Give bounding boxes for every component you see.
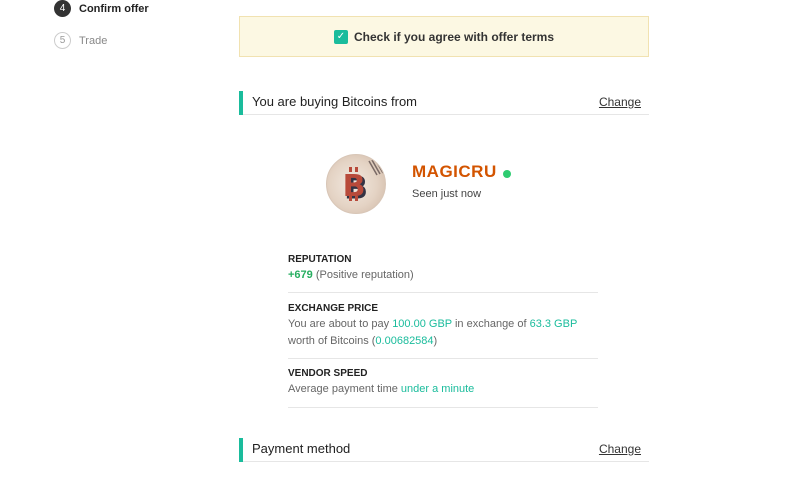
exchange-text-4: ) [433,335,438,347]
step-trade: 5 Trade [54,32,107,49]
online-status-dot [503,170,511,178]
speed-text: Average payment time [288,383,401,395]
pay-amount: 100.00 GBP [392,318,452,330]
change-vendor-link[interactable]: Change [599,95,641,109]
reputation-score: +679 [288,269,313,281]
speed-label: VENDOR SPEED [288,368,368,379]
section-title: Payment method [252,441,351,456]
exchange-text-1: You are about to pay [288,318,393,330]
agree-checkbox[interactable]: ✓ [333,29,348,44]
speed-value: under a minute [400,383,475,395]
reputation-block: REPUTATION +679 (Positive reputation) [288,254,598,284]
step-confirm-offer: 4 Confirm offer [54,0,149,17]
step-label: Trade [79,34,108,47]
exchange-text-2: in exchange of [451,318,530,330]
divider [288,292,598,293]
section-accent-bar [239,438,243,462]
exchange-price-block: EXCHANGE PRICE You are about to pay 100.… [288,303,598,350]
step-label: Confirm offer [79,2,149,15]
divider [288,407,598,408]
vendor-name-link[interactable]: MAGICRU [412,162,497,182]
svg-text:B: B [343,169,366,204]
vendor-avatar[interactable]: B B [326,154,386,214]
step-number: 5 [54,32,71,49]
section-title: You are buying Bitcoins from [252,94,418,109]
vendor-speed-block: VENDOR SPEED Average payment time under … [288,368,598,398]
vendor-section-header: You are buying Bitcoins from Change [239,91,649,115]
btc-amount: 0.00682584 [375,335,434,347]
reputation-desc: (Positive reputation) [315,269,414,281]
reputation-value: +679 (Positive reputation) [288,267,598,284]
speed-details: Average payment time under a minute [288,381,598,398]
divider [288,358,598,359]
bitcoin-logo-icon: B B [343,158,384,207]
receive-amount: 63.3 GBP [529,318,578,330]
payment-section-header: Payment method Change [239,438,649,462]
exchange-details: You are about to pay 100.00 GBP in excha… [288,316,598,350]
change-payment-link[interactable]: Change [599,442,641,456]
reputation-label: REPUTATION [288,254,352,265]
agree-terms-box[interactable]: ✓ Check if you agree with offer terms [239,16,649,57]
section-accent-bar [239,91,243,115]
exchange-label: EXCHANGE PRICE [288,303,379,314]
agree-label[interactable]: Check if you agree with offer terms [354,30,554,44]
exchange-text-3: worth of Bitcoins ( [288,335,376,347]
step-number: 4 [54,0,71,17]
vendor-last-seen: Seen just now [412,188,482,200]
